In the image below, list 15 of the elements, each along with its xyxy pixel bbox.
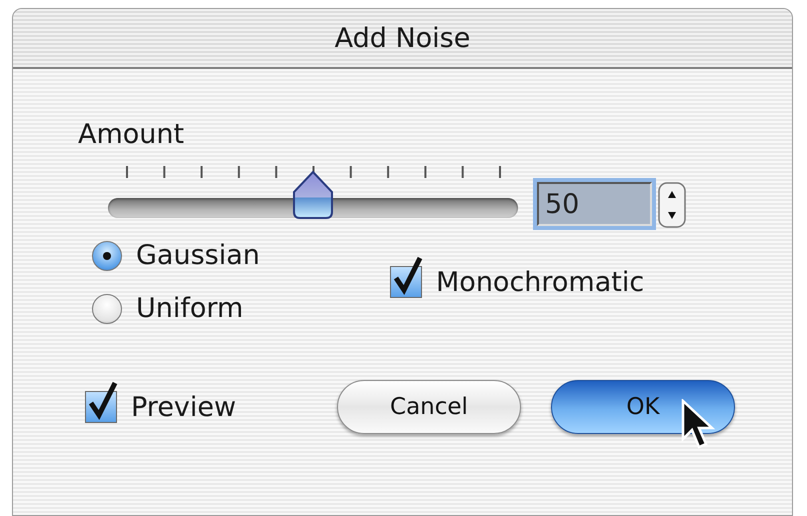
slider-thumb[interactable] — [290, 170, 336, 220]
check-mark-icon — [392, 256, 424, 296]
window-title: Add Noise — [334, 22, 470, 54]
dialog-button[interactable]: Cancel — [337, 380, 521, 434]
amount-label: Amount — [78, 119, 186, 150]
slider-track[interactable] — [108, 198, 518, 218]
amount-field[interactable]: 50 — [537, 182, 652, 226]
radio-button[interactable] — [92, 240, 122, 270]
check-mark-icon — [87, 381, 119, 421]
stepper-arrows-icon[interactable] — [658, 182, 686, 228]
radio-label: Uniform — [136, 293, 244, 324]
checkbox-label: Monochromatic — [436, 266, 644, 298]
checkbox-label: Preview — [131, 392, 236, 422]
radio-label: Gaussian — [136, 240, 260, 271]
radio-button[interactable] — [92, 294, 122, 324]
